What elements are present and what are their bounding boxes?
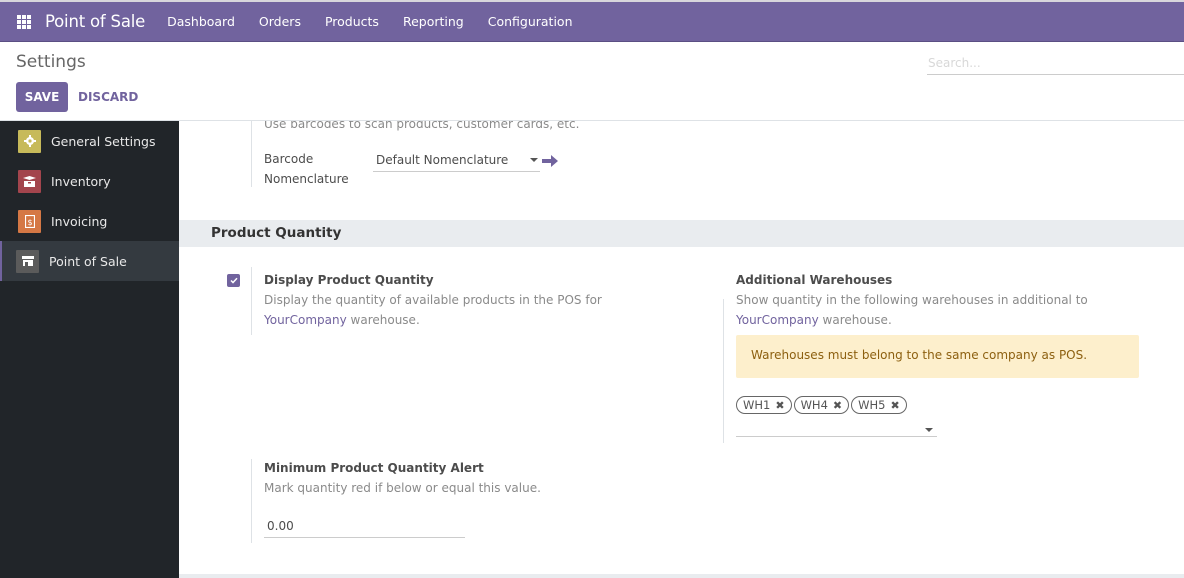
menu-products[interactable]: Products bbox=[313, 14, 391, 29]
app-title[interactable]: Point of Sale bbox=[45, 12, 145, 31]
checkmark-icon bbox=[229, 277, 238, 284]
control-panel: Settings SAVE DISCARD bbox=[0, 42, 1184, 121]
menu-orders[interactable]: Orders bbox=[247, 14, 313, 29]
apps-menu-icon[interactable] bbox=[17, 14, 31, 29]
setting-divider bbox=[723, 299, 724, 443]
sidebar-item-general-settings[interactable]: General Settings bbox=[0, 121, 179, 161]
menu-dashboard[interactable]: Dashboard bbox=[155, 14, 247, 29]
discard-button[interactable]: DISCARD bbox=[72, 82, 144, 112]
gear-icon bbox=[18, 129, 41, 153]
settings-content: Use barcodes to scan products, customer … bbox=[179, 121, 1184, 578]
display-product-quantity-title: Display Product Quantity bbox=[264, 273, 434, 287]
remove-tag-icon[interactable]: ✖ bbox=[833, 399, 842, 412]
external-link-arrow-icon[interactable] bbox=[541, 153, 559, 173]
description-line: YourCompany warehouse. bbox=[736, 310, 1166, 330]
chevron-down-icon bbox=[925, 428, 933, 432]
warehouse-warning-alert: Warehouses must belong to the same compa… bbox=[736, 335, 1139, 378]
barcode-description: Use barcodes to scan products, customer … bbox=[264, 121, 580, 131]
sidebar-item-label: Point of Sale bbox=[49, 253, 127, 269]
invoice-icon: $ bbox=[18, 209, 41, 233]
description-suffix: warehouse. bbox=[818, 313, 892, 327]
section-title: Product Quantity bbox=[211, 225, 342, 241]
min-quantity-alert-title: Minimum Product Quantity Alert bbox=[264, 461, 484, 475]
description-line: Display the quantity of available produc… bbox=[264, 293, 602, 307]
settings-sidebar: General Settings Inventory $ Invoicing P… bbox=[0, 121, 179, 578]
min-quantity-input[interactable]: 0.00 bbox=[264, 517, 465, 538]
tag-label: WH4 bbox=[800, 398, 828, 412]
svg-text:$: $ bbox=[27, 218, 32, 227]
sidebar-item-label: Inventory bbox=[51, 173, 111, 189]
top-navbar: Point of Sale Dashboard Orders Products … bbox=[0, 0, 1184, 42]
sidebar-item-label: General Settings bbox=[51, 133, 156, 149]
display-product-quantity-checkbox[interactable] bbox=[227, 274, 240, 287]
section-separator bbox=[179, 574, 1184, 578]
description-line: Show quantity in the following warehouse… bbox=[736, 293, 1088, 307]
remove-tag-icon[interactable]: ✖ bbox=[775, 399, 784, 412]
sidebar-item-label: Invoicing bbox=[51, 213, 108, 229]
tag-label: WH1 bbox=[743, 398, 771, 412]
warehouse-many2many-input[interactable] bbox=[736, 421, 937, 437]
barcode-nomenclature-label: Barcode Nomenclature bbox=[264, 149, 349, 189]
tag-label: WH5 bbox=[858, 398, 886, 412]
additional-warehouses-description: Show quantity in the following warehouse… bbox=[736, 290, 1166, 330]
sidebar-item-point-of-sale[interactable]: Point of Sale bbox=[0, 241, 179, 281]
additional-warehouses-title: Additional Warehouses bbox=[736, 273, 893, 287]
barcode-nomenclature-select[interactable]: Default Nomenclature bbox=[373, 151, 540, 172]
save-button[interactable]: SAVE bbox=[16, 82, 68, 112]
company-link[interactable]: YourCompany bbox=[264, 313, 347, 327]
box-icon bbox=[18, 169, 41, 193]
select-value: Default Nomenclature bbox=[376, 153, 509, 167]
setting-divider bbox=[251, 121, 252, 187]
label-line: Nomenclature bbox=[264, 172, 349, 186]
sidebar-item-invoicing[interactable]: $ Invoicing bbox=[0, 201, 179, 241]
warehouse-tag: WH1 ✖ bbox=[736, 396, 792, 414]
remove-tag-icon[interactable]: ✖ bbox=[890, 399, 899, 412]
warehouse-tag: WH5 ✖ bbox=[851, 396, 907, 414]
setting-divider bbox=[251, 459, 252, 543]
setting-divider bbox=[251, 267, 252, 335]
description-line: YourCompany warehouse. bbox=[264, 310, 684, 330]
min-quantity-alert-description: Mark quantity red if below or equal this… bbox=[264, 481, 541, 495]
search-input[interactable] bbox=[927, 51, 1184, 75]
menu-reporting[interactable]: Reporting bbox=[391, 14, 476, 29]
section-header-product-quantity: Product Quantity bbox=[179, 220, 1184, 247]
breadcrumb: Settings bbox=[16, 52, 86, 72]
company-link[interactable]: YourCompany bbox=[736, 313, 819, 327]
display-product-quantity-description: Display the quantity of available produc… bbox=[264, 290, 684, 330]
chevron-down-icon bbox=[530, 158, 538, 162]
warehouse-tags: WH1 ✖ WH4 ✖ WH5 ✖ bbox=[736, 396, 909, 414]
warehouse-tag: WH4 ✖ bbox=[793, 396, 850, 414]
store-icon bbox=[16, 249, 39, 273]
menu-configuration[interactable]: Configuration bbox=[476, 14, 585, 29]
label-line: Barcode bbox=[264, 152, 314, 166]
description-suffix: warehouse. bbox=[346, 313, 420, 327]
sidebar-item-inventory[interactable]: Inventory bbox=[0, 161, 179, 201]
